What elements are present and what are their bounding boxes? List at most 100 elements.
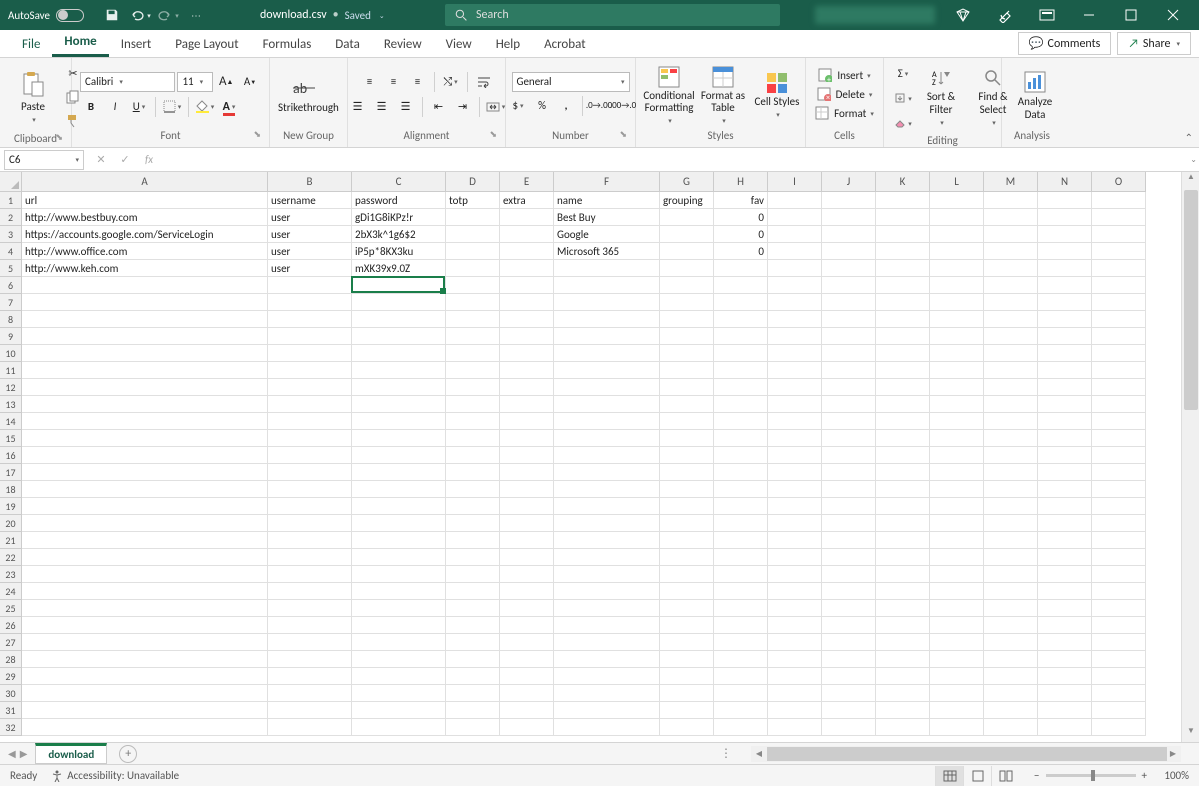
percent-format-icon[interactable]: % <box>531 95 553 117</box>
cell[interactable] <box>446 464 500 481</box>
cancel-formula-icon[interactable]: ✕ <box>90 149 112 171</box>
cell[interactable] <box>768 379 822 396</box>
cell[interactable] <box>500 634 554 651</box>
cell[interactable] <box>1092 566 1146 583</box>
column-header[interactable]: H <box>714 172 768 192</box>
cell[interactable] <box>268 413 352 430</box>
cell[interactable] <box>446 345 500 362</box>
borders-icon[interactable]: ▾ <box>161 96 183 118</box>
cell[interactable] <box>822 600 876 617</box>
cell[interactable] <box>446 583 500 600</box>
cell[interactable] <box>22 685 268 702</box>
cell[interactable] <box>930 226 984 243</box>
cell[interactable] <box>554 566 660 583</box>
cell[interactable] <box>768 311 822 328</box>
cell[interactable] <box>1038 498 1092 515</box>
cell[interactable] <box>446 617 500 634</box>
row-header[interactable]: 21 <box>0 532 22 549</box>
cell[interactable] <box>768 430 822 447</box>
account-name[interactable] <box>815 6 935 24</box>
enter-formula-icon[interactable]: ✓ <box>114 149 136 171</box>
delete-cells-button[interactable]: ×Delete▾ <box>817 87 873 101</box>
cell[interactable] <box>876 328 930 345</box>
cell[interactable] <box>660 447 714 464</box>
cell[interactable] <box>554 294 660 311</box>
cell[interactable] <box>22 515 268 532</box>
cell[interactable] <box>268 345 352 362</box>
cell[interactable] <box>554 651 660 668</box>
cell[interactable]: user <box>268 243 352 260</box>
font-size-combo[interactable]: 11▾ <box>177 72 213 92</box>
cell[interactable] <box>930 209 984 226</box>
cell[interactable] <box>500 209 554 226</box>
cell[interactable] <box>822 447 876 464</box>
cell[interactable] <box>984 430 1038 447</box>
sort-filter-button[interactable]: AZ Sort & Filter▾ <box>916 69 966 126</box>
cell[interactable] <box>876 651 930 668</box>
cell[interactable] <box>446 651 500 668</box>
cell[interactable] <box>930 311 984 328</box>
cell[interactable] <box>822 702 876 719</box>
customize-qat-icon[interactable]: ⋯ <box>184 3 208 27</box>
cell[interactable] <box>660 413 714 430</box>
cell[interactable] <box>984 617 1038 634</box>
cell[interactable]: http://www.keh.com <box>22 260 268 277</box>
fill-color-icon[interactable]: ▾ <box>194 96 216 118</box>
fill-icon[interactable]: ▾ <box>892 87 914 109</box>
cell[interactable] <box>1092 277 1146 294</box>
cell[interactable] <box>714 702 768 719</box>
cell[interactable] <box>22 668 268 685</box>
cell[interactable] <box>876 260 930 277</box>
cell[interactable] <box>268 668 352 685</box>
row-header[interactable]: 9 <box>0 328 22 345</box>
cell[interactable] <box>930 634 984 651</box>
row-header[interactable]: 28 <box>0 651 22 668</box>
row-header[interactable]: 18 <box>0 481 22 498</box>
cell[interactable]: totp <box>446 192 500 209</box>
cell[interactable] <box>984 277 1038 294</box>
row-header[interactable]: 22 <box>0 549 22 566</box>
cell[interactable] <box>876 379 930 396</box>
cell[interactable] <box>930 583 984 600</box>
cell[interactable] <box>500 379 554 396</box>
cell[interactable] <box>554 498 660 515</box>
close-button[interactable] <box>1153 0 1193 30</box>
autosum-icon[interactable]: Σ▾ <box>892 62 914 84</box>
cell[interactable] <box>822 362 876 379</box>
cell[interactable] <box>1092 549 1146 566</box>
cell[interactable] <box>268 328 352 345</box>
cell[interactable] <box>352 413 446 430</box>
row-header[interactable]: 26 <box>0 617 22 634</box>
cell[interactable] <box>876 311 930 328</box>
cell[interactable] <box>500 294 554 311</box>
cell[interactable] <box>500 243 554 260</box>
cell[interactable] <box>1038 243 1092 260</box>
cell[interactable] <box>822 464 876 481</box>
cell[interactable] <box>660 532 714 549</box>
cell[interactable] <box>876 481 930 498</box>
cell[interactable] <box>768 719 822 736</box>
cell[interactable] <box>554 515 660 532</box>
cell[interactable] <box>984 702 1038 719</box>
cell[interactable] <box>660 685 714 702</box>
number-format-combo[interactable]: General▾ <box>512 72 630 92</box>
cell[interactable] <box>660 311 714 328</box>
cell[interactable] <box>554 413 660 430</box>
cell[interactable] <box>660 345 714 362</box>
column-header[interactable]: I <box>768 172 822 192</box>
row-header[interactable]: 11 <box>0 362 22 379</box>
cell[interactable] <box>714 311 768 328</box>
cell[interactable] <box>22 719 268 736</box>
zoom-in-button[interactable]: + <box>1142 769 1147 782</box>
cell[interactable]: iP5p*8KX3ku <box>352 243 446 260</box>
cell[interactable] <box>876 192 930 209</box>
row-header[interactable]: 5 <box>0 260 22 277</box>
cell[interactable] <box>822 668 876 685</box>
cell[interactable] <box>768 515 822 532</box>
cell[interactable] <box>500 549 554 566</box>
cell[interactable] <box>268 430 352 447</box>
cell[interactable] <box>1092 260 1146 277</box>
cell[interactable] <box>822 583 876 600</box>
cell[interactable]: user <box>268 260 352 277</box>
cell[interactable] <box>352 532 446 549</box>
